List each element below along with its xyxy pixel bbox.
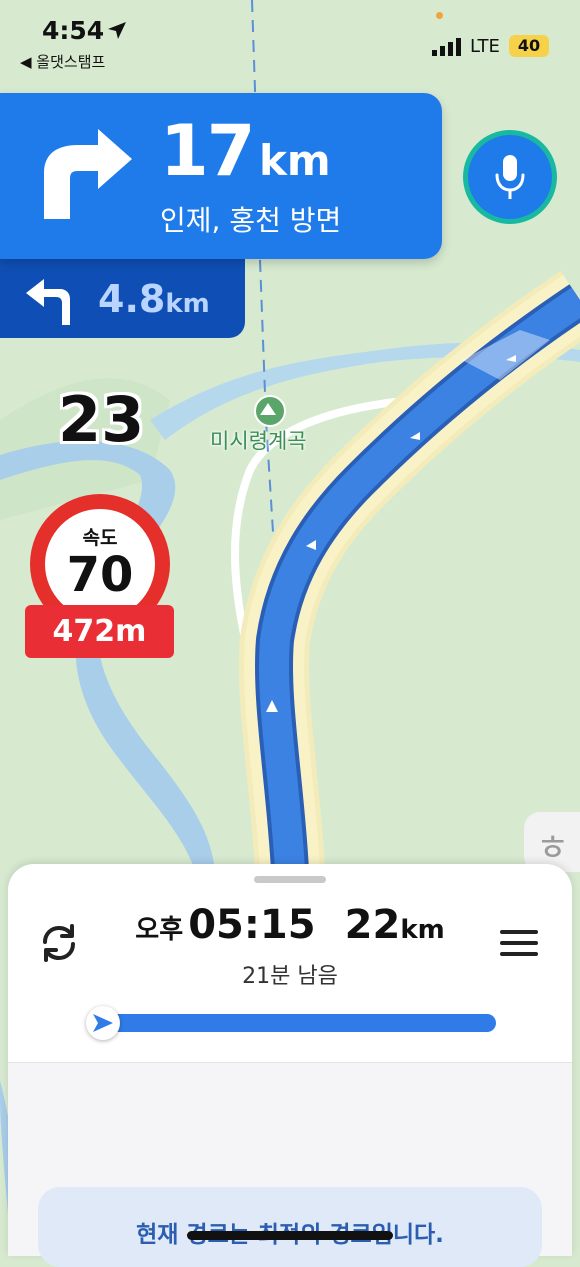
eta-time: 05:15 bbox=[188, 902, 316, 948]
network-type: LTE bbox=[470, 36, 500, 57]
eta-line: 오후 05:15 22km bbox=[8, 902, 572, 948]
trip-summary-sheet[interactable]: 오후 05:15 22km 21분 남음 현재 경로는 최적의 경로입니다. bbox=[8, 864, 572, 1267]
road-number-label: 23 bbox=[58, 383, 145, 456]
home-indicator[interactable] bbox=[187, 1231, 393, 1240]
mountain-poi-icon[interactable] bbox=[254, 395, 286, 427]
turn-distance-unit: km bbox=[259, 136, 331, 185]
battery-indicator: 40 bbox=[509, 35, 549, 57]
direction-label: 인제, 홍천 방면 bbox=[160, 204, 342, 237]
back-to-app-link[interactable]: ◀ 올댓스탬프 bbox=[20, 51, 105, 72]
remaining-distance-unit: km bbox=[400, 915, 445, 945]
remaining-time: 21분 남음 bbox=[242, 964, 338, 989]
status-bar: 4:54 ◀ 올댓스탬프 LTE 40 bbox=[0, 0, 580, 80]
turn-right-icon bbox=[44, 129, 132, 219]
turn-distance: 17 km bbox=[160, 111, 331, 191]
status-time: 4:54 bbox=[42, 16, 105, 45]
location-arrow-icon bbox=[108, 22, 126, 39]
turn-distance-value: 17 bbox=[160, 110, 255, 192]
turn-guidance-card[interactable]: 17 km 인제, 홍천 방면 bbox=[0, 93, 442, 259]
next-turn-distance-unit: km bbox=[165, 289, 210, 319]
menu-icon[interactable] bbox=[500, 928, 538, 958]
car-position-icon bbox=[93, 1014, 113, 1032]
microphone-icon bbox=[495, 155, 525, 199]
next-turn-distance: 4.8km bbox=[98, 277, 210, 321]
eta-ampm: 오후 bbox=[135, 915, 184, 945]
svg-text:ㅎ: ㅎ bbox=[536, 828, 569, 869]
speed-camera-distance: 472m bbox=[25, 605, 174, 658]
remaining-distance-value: 22 bbox=[344, 902, 401, 948]
next-turn-card[interactable]: 4.8km bbox=[0, 259, 245, 338]
speed-limit-label: 속도 bbox=[82, 527, 118, 549]
trip-progress-bar bbox=[92, 1014, 496, 1032]
privacy-indicator bbox=[436, 12, 443, 19]
next-turn-distance-value: 4.8 bbox=[98, 277, 166, 321]
voice-search-button[interactable] bbox=[463, 130, 557, 224]
sheet-drag-handle[interactable] bbox=[254, 876, 326, 883]
turn-left-icon bbox=[26, 279, 70, 325]
trip-progress-marker[interactable] bbox=[86, 1006, 120, 1040]
poi-label[interactable]: 미시령계곡 bbox=[210, 425, 307, 455]
route-notice-banner: 현재 경로는 최적의 경로입니다. bbox=[38, 1187, 542, 1267]
signal-bars-icon bbox=[432, 38, 461, 56]
speed-limit-value: 70 bbox=[66, 547, 134, 603]
